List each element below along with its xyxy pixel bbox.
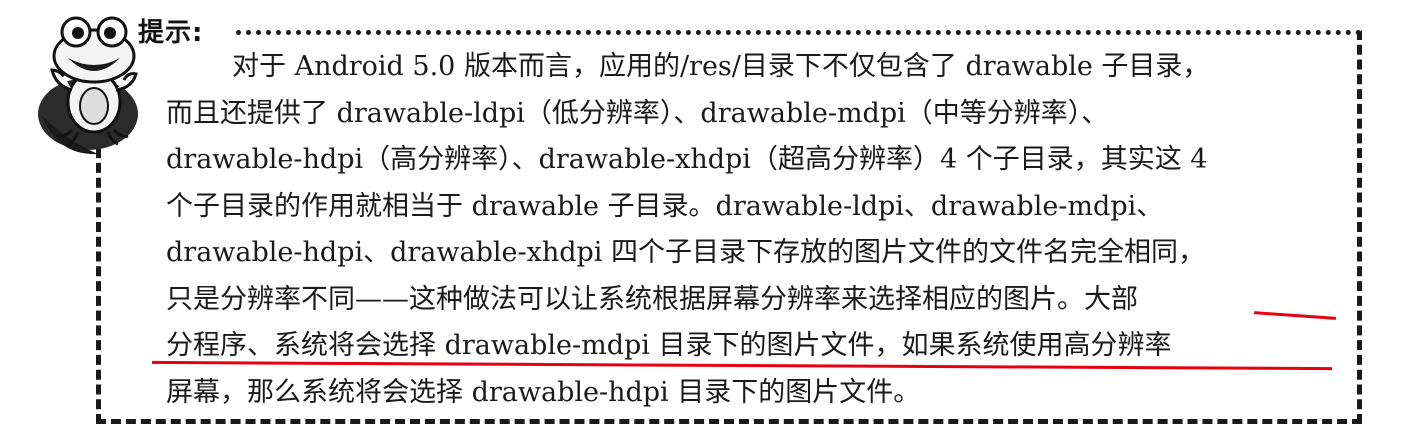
paragraph-line: 个子目录的作用就相当于 drawable 子目录。drawable-ldpi、d… [166, 190, 1164, 222]
paragraph-line: drawable-hdpi（高分辨率）、drawable-xhdpi（超高分辨率… [166, 144, 1208, 175]
paragraph-line: 只是分辨率不同——这种做法可以让系统根据屏幕分辨率来选择相应的图片。大部 [166, 283, 1138, 315]
paragraph-line: 屏幕，那么系统将会选择 drawable-hdpi 目录下的图片文件。 [166, 376, 921, 408]
paragraph-line: 而且还提供了 drawable-ldpi（低分辨率）、drawable-mdpi… [166, 97, 1109, 129]
paragraph-line: drawable-hdpi、drawable-xhdpi 四个子目录下存放的图片… [166, 237, 1206, 268]
paragraph-line: 对于 Android 5.0 版本而言，应用的/res/目录下不仅包含了 dra… [232, 51, 1210, 82]
tip-paragraph: 对于 Android 5.0 版本而言，应用的/res/目录下不仅包含了 dra… [166, 44, 1346, 416]
tip-box-page: 提示: 对于 Android 5.0 版本而言，应用的/res/目录下不仅包含了… [0, 0, 1401, 440]
frog-mascot-icon [38, 16, 138, 155]
